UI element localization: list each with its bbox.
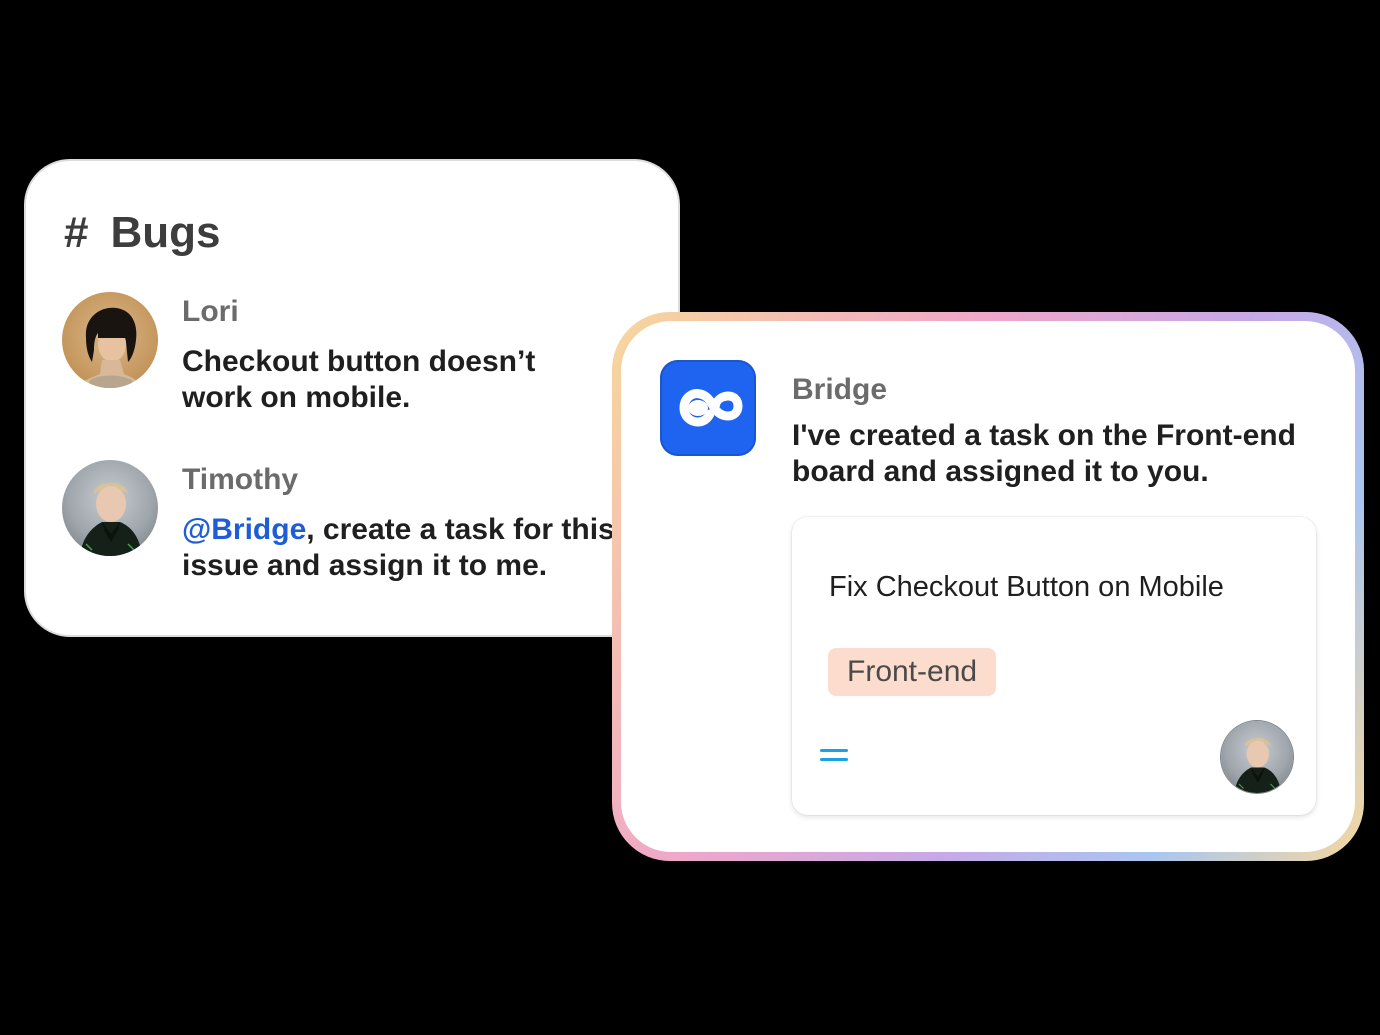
hash-icon: # <box>64 208 89 257</box>
mention-link[interactable]: @Bridge <box>182 513 306 546</box>
message-item: Timothy @Bridge, create a task for this … <box>62 460 622 584</box>
channel-card: # Bugs Lori Checkout button doesn’t work… <box>24 159 680 637</box>
assignee-avatar[interactable] <box>1221 721 1293 793</box>
task-tag[interactable]: Front-end <box>828 648 997 696</box>
avatar[interactable] <box>62 460 158 556</box>
bridge-logo-icon <box>660 360 756 456</box>
message-text: Checkout button doesn’t work on mobile. <box>182 345 536 414</box>
channel-name: Bugs <box>110 208 221 257</box>
message-author: Timothy <box>182 463 299 496</box>
bridge-card-frame: Bridge I've created a task on the Front-… <box>612 312 1364 861</box>
message-item: Lori Checkout button doesn’t work on mob… <box>62 292 562 416</box>
message-author: Lori <box>182 295 239 328</box>
equals-priority-icon <box>820 749 848 763</box>
channel-header: # Bugs <box>64 205 220 261</box>
bridge-card: Bridge I've created a task on the Front-… <box>621 321 1355 852</box>
message-author: Bridge <box>792 373 888 406</box>
task-card[interactable]: Fix Checkout Button on Mobile Front-end <box>792 517 1316 815</box>
task-title: Fix Checkout Button on Mobile <box>829 571 1224 603</box>
avatar[interactable] <box>62 292 158 388</box>
message-text: I've created a task on the Front-end boa… <box>792 419 1296 488</box>
message-text: @Bridge, create a task for this issue an… <box>182 512 622 584</box>
